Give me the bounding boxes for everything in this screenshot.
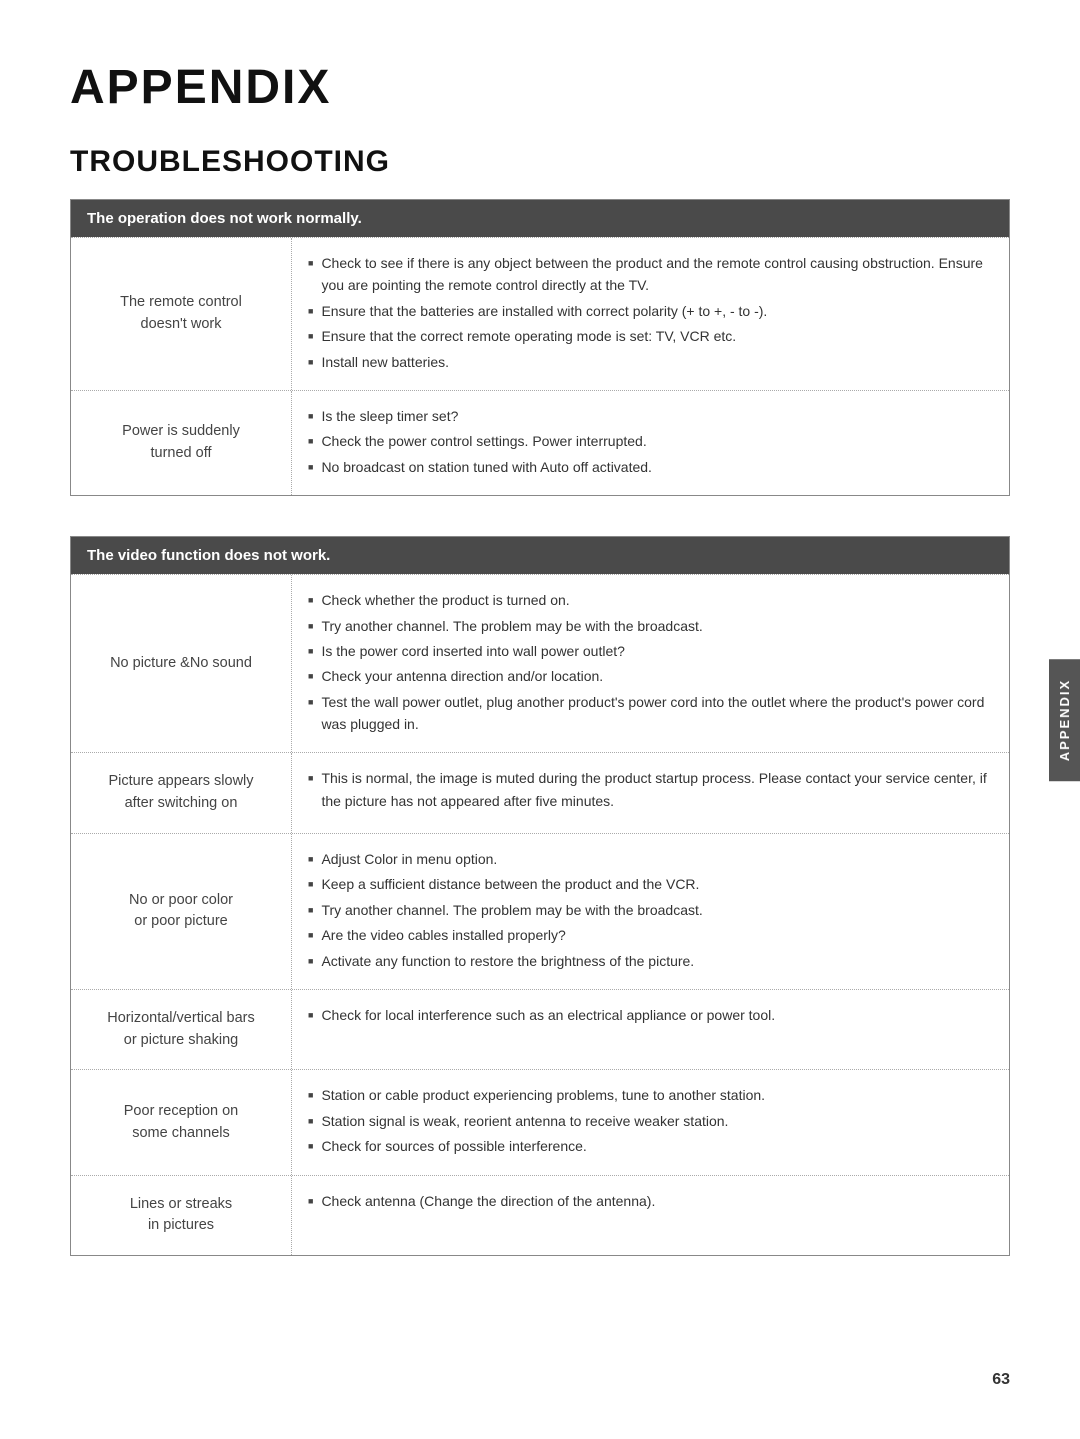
row-label-picture-slow: Picture appears slowlyafter switching on [71,753,291,833]
row-content-bars: Check for local interference such as an … [291,990,1009,1070]
table-row: No or poor coloror poor picture Adjust C… [71,833,1009,989]
table-row: No picture &No sound Check whether the p… [71,574,1009,752]
bullet-item: Check to see if there is any object betw… [308,252,993,297]
bullet-item: Is the power cord inserted into wall pow… [308,640,993,662]
table-row: Picture appears slowlyafter switching on… [71,752,1009,833]
bullet-item: Station or cable product experiencing pr… [308,1084,993,1106]
table-operation-header: The operation does not work normally. [71,200,1009,237]
row-label-remote: The remote controldoesn't work [71,238,291,390]
row-label-poor-reception: Poor reception onsome channels [71,1070,291,1174]
bullet-item: Ensure that the batteries are installed … [308,300,993,322]
bullet-item: Keep a sufficient distance between the p… [308,873,993,895]
bullet-item: Try another channel. The problem may be … [308,899,993,921]
row-content-power: Is the sleep timer set? Check the power … [291,391,1009,495]
row-content-no-picture: Check whether the product is turned on. … [291,575,1009,752]
row-content-lines: Check antenna (Change the direction of t… [291,1176,1009,1256]
table-row: Power is suddenlyturned off Is the sleep… [71,390,1009,495]
row-content-poor-reception: Station or cable product experiencing pr… [291,1070,1009,1174]
table-video: The video function does not work. No pic… [70,536,1010,1256]
row-label-lines: Lines or streaksin pictures [71,1176,291,1256]
row-content-remote: Check to see if there is any object betw… [291,238,1009,390]
bullet-item: Check antenna (Change the direction of t… [308,1190,993,1212]
row-content-poor-color: Adjust Color in menu option. Keep a suff… [291,834,1009,989]
bullet-item: Test the wall power outlet, plug another… [308,691,993,736]
bullet-item: Install new batteries. [308,351,993,373]
bullet-item: This is normal, the image is muted durin… [308,767,993,812]
table-row: Horizontal/vertical barsor picture shaki… [71,989,1009,1070]
bullet-item: Check for sources of possible interferen… [308,1135,993,1157]
bullet-item: Station signal is weak, reorient antenna… [308,1110,993,1132]
bullet-item: Check your antenna direction and/or loca… [308,665,993,687]
bullet-item: Ensure that the correct remote operating… [308,325,993,347]
page-title: APPENDIX [70,60,1010,115]
side-tab: APPENDIX [1049,658,1080,780]
bullet-item: Activate any function to restore the bri… [308,950,993,972]
row-label-power: Power is suddenlyturned off [71,391,291,495]
section-title: TROUBLESHOOTING [70,145,1010,179]
row-label-bars: Horizontal/vertical barsor picture shaki… [71,990,291,1070]
table-row: Lines or streaksin pictures Check antenn… [71,1175,1009,1256]
bullet-item: Check the power control settings. Power … [308,430,993,452]
bullet-item: Are the video cables installed properly? [308,924,993,946]
table-row: The remote controldoesn't work Check to … [71,237,1009,390]
row-label-poor-color: No or poor coloror poor picture [71,834,291,989]
bullet-item: Check for local interference such as an … [308,1004,993,1026]
bullet-item: Is the sleep timer set? [308,405,993,427]
bullet-item: Check whether the product is turned on. [308,589,993,611]
table-operation: The operation does not work normally. Th… [70,199,1010,496]
bullet-item: No broadcast on station tuned with Auto … [308,456,993,478]
bullet-item: Try another channel. The problem may be … [308,615,993,637]
table-row: Poor reception onsome channels Station o… [71,1069,1009,1174]
page-number: 63 [992,1371,1010,1389]
row-label-no-picture: No picture &No sound [71,575,291,752]
row-content-picture-slow: This is normal, the image is muted durin… [291,753,1009,833]
bullet-item: Adjust Color in menu option. [308,848,993,870]
table-video-header: The video function does not work. [71,537,1009,574]
